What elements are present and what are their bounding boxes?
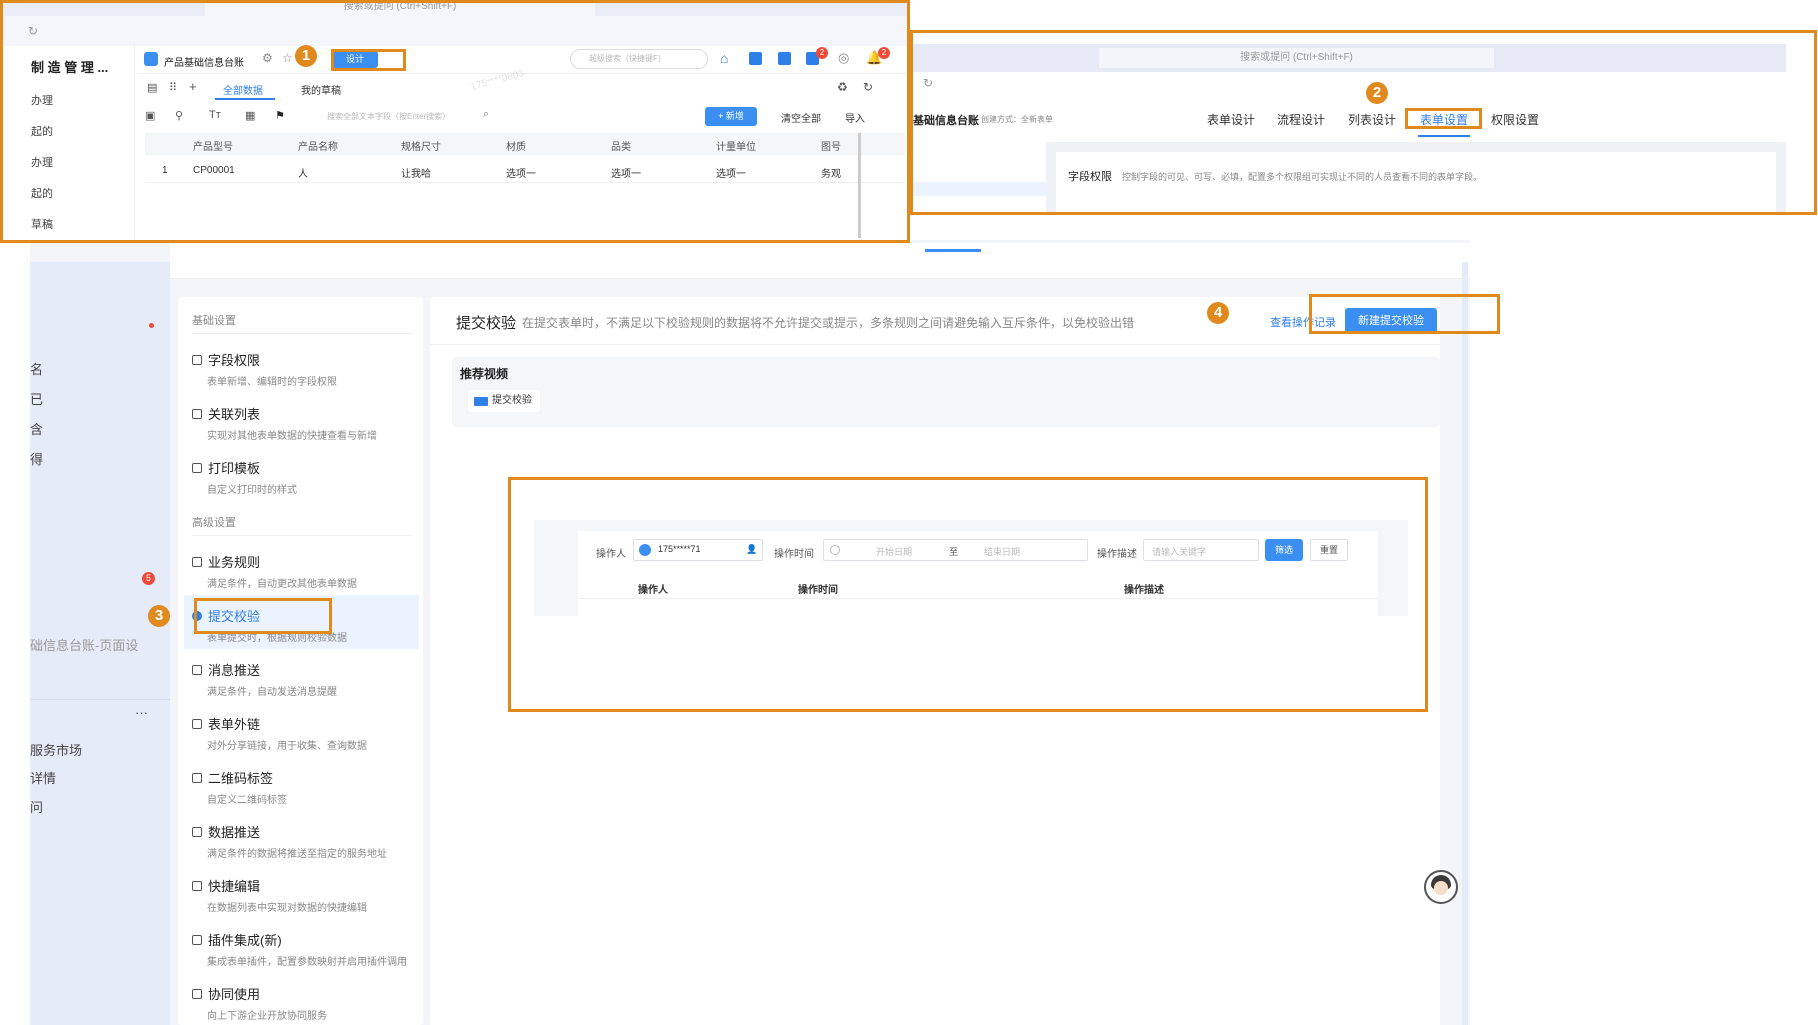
menu-print-template[interactable]: 打印模板 自定义打印时的样式 [192, 458, 412, 496]
notification-badge: 5 [142, 572, 155, 585]
settings-menu-panel: 基础设置 字段权限 表单新增、编辑时的字段权限 关联列表 实现对其他表单数据的快… [178, 297, 423, 1025]
field-permission-icon [192, 354, 202, 365]
menu-item-desc: 自定义打印时的样式 [207, 485, 297, 496]
unread-dot [149, 323, 154, 328]
menu-collaboration[interactable]: 协同使用 向上下游企业开放协同服务 [192, 984, 412, 1022]
menu-item-title: 表单外链 [208, 717, 261, 732]
menu-plugin-integration[interactable]: 插件集成(新) 集成表单插件，配置参数映射并启用插件调用 [192, 930, 412, 968]
nav-item[interactable]: 名 [30, 359, 43, 378]
edit-icon [192, 880, 202, 891]
menu-quick-edit[interactable]: 快捷编辑 在数据列表中实现对数据的快捷编辑 [192, 876, 412, 914]
menu-item-title: 消息推送 [208, 663, 261, 678]
menu-item-title: 关联列表 [208, 407, 261, 422]
step-4-badge: 4 [1207, 302, 1229, 324]
page-title: 提交校验 [456, 315, 517, 332]
menu-item-desc: 自定义二维码标签 [207, 795, 287, 806]
right-edge-strip [1462, 262, 1468, 1025]
recommended-video-section: 推荐视频 提交校验 [452, 357, 1440, 427]
page-name[interactable]: 础信息台账-页面设 [30, 635, 138, 654]
menu-item-desc: 表单新增、编辑时的字段权限 [207, 377, 337, 388]
menu-item-desc: 向上下游企业开放协同服务 [207, 1011, 327, 1022]
section-divider [192, 333, 412, 334]
menu-form-external-link[interactable]: 表单外链 对外分享链接，用于收集、查询数据 [192, 714, 412, 752]
menu-item-title: 数据推送 [208, 825, 261, 840]
plugin-icon [192, 934, 202, 945]
section-basic-settings: 基础设置 [192, 315, 236, 327]
step-1-badge: 1 [295, 45, 317, 67]
menu-item-title: 二维码标签 [208, 771, 274, 786]
related-list-icon [192, 408, 202, 419]
menu-item-title: 协同使用 [208, 987, 261, 1002]
nav-item-question[interactable]: 问 [30, 797, 43, 816]
document-icon [192, 556, 202, 567]
nav-item-details[interactable]: 详情 [30, 768, 56, 787]
menu-item-desc: 集成表单插件，配置参数映射并启用插件调用 [207, 957, 407, 968]
menu-message-push[interactable]: 消息推送 满足条件，自动发送消息提醒 [192, 660, 412, 698]
menu-item-title: 字段权限 [208, 353, 261, 368]
nav-item-service-market[interactable]: 服务市场 [30, 740, 82, 759]
link-icon [192, 718, 202, 729]
annotation-design-button [331, 49, 406, 71]
send-icon [192, 826, 202, 837]
step-2-badge: 2 [1366, 82, 1388, 104]
nav-item[interactable]: 已 [30, 389, 43, 408]
menu-item-desc: 在数据列表中实现对数据的快捷编辑 [207, 903, 367, 914]
menu-item-title: 插件集成(新) [208, 933, 282, 948]
annotation-frame-screenshot1 [0, 0, 910, 243]
menu-item-title: 打印模板 [208, 461, 261, 476]
annotation-new-validation-button [1309, 294, 1500, 334]
active-tab-indicator [925, 249, 981, 252]
strip-divider [30, 699, 170, 700]
menu-qrcode-label[interactable]: 二维码标签 自定义二维码标签 [192, 768, 412, 806]
menu-item-desc: 对外分享链接，用于收集、查询数据 [207, 741, 367, 752]
menu-related-list[interactable]: 关联列表 实现对其他表单数据的快捷查看与新增 [192, 404, 412, 442]
collaboration-icon [192, 988, 202, 999]
annotation-operation-log [508, 477, 1428, 712]
left-navigation-strip: 名 已 含 得 5 础信息台账-页面设 ··· 服务市场 详情 问 [30, 262, 170, 1025]
annotation-form-settings-tab [1405, 108, 1482, 129]
speaker-icon [192, 664, 202, 675]
nav-item[interactable]: 含 [30, 419, 43, 438]
menu-field-permission[interactable]: 字段权限 表单新增、编辑时的字段权限 [192, 350, 412, 388]
section-advanced-settings: 高级设置 [192, 517, 236, 529]
annotation-frame-screenshot2 [910, 30, 1817, 215]
video-camera-icon [474, 397, 488, 406]
qrcode-icon [192, 772, 202, 783]
avatar-face [1434, 881, 1448, 895]
more-icon[interactable]: ··· [135, 705, 148, 720]
video-card[interactable]: 提交校验 [468, 390, 540, 412]
menu-item-desc: 满足条件，自动更改其他表单数据 [207, 579, 357, 590]
assistant-avatar[interactable] [1424, 870, 1458, 904]
main-tabbar [170, 243, 1470, 279]
menu-data-push[interactable]: 数据推送 满足条件的数据将推送至指定的服务地址 [192, 822, 412, 860]
menu-item-desc: 满足条件的数据将推送至指定的服务地址 [207, 849, 387, 860]
menu-business-rules[interactable]: 业务规则 满足条件，自动更改其他表单数据 [192, 552, 412, 590]
section-divider [192, 535, 412, 536]
video-section-title: 推荐视频 [460, 367, 509, 381]
video-title: 提交校验 [492, 395, 532, 406]
menu-item-title: 快捷编辑 [208, 879, 261, 894]
printer-icon [192, 462, 202, 473]
annotation-submit-validation-item [194, 598, 332, 634]
menu-item-desc: 满足条件，自动发送消息提醒 [207, 687, 337, 698]
page-description: 在提交表单时，不满足以下校验规则的数据将不允许提交或提示，多条规则之间请避免输入… [522, 316, 1135, 330]
menu-item-title: 业务规则 [208, 555, 261, 570]
menu-item-desc: 实现对其他表单数据的快捷查看与新增 [207, 431, 377, 442]
step-3-badge: 3 [148, 605, 170, 627]
content-header: 提交校验 在提交表单时，不满足以下校验规则的数据将不允许提交或提示，多条规则之间… [430, 297, 1440, 345]
nav-item[interactable]: 得 [30, 449, 43, 468]
